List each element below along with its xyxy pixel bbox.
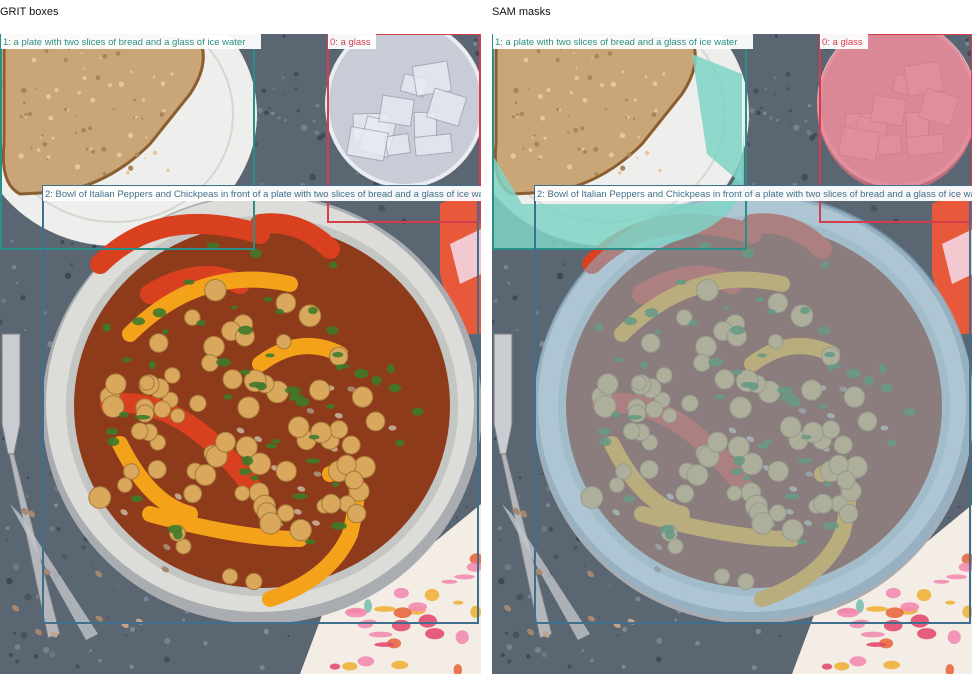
detection-label-0: 0: a glass [822, 37, 863, 48]
scene [0, 34, 481, 674]
glass-of-water [325, 34, 481, 188]
grit-boxes-panel: GRIT boxes 0: a glass 1: a plate with two… [0, 0, 481, 674]
detection-label-2: 2: Bowl of Italian Peppers and Chickpeas… [537, 189, 972, 200]
panel-title: SAM masks [492, 6, 551, 18]
detection-label-1: 1: a plate with two slices of bread and … [3, 37, 245, 48]
sam-masks-image: 0: a glass 1: a plate with two slices of … [492, 34, 972, 674]
sam-masks-panel: SAM masks 0: a glass 1: a plate with two … [492, 0, 972, 674]
detection-label-2: 2: Bowl of Italian Peppers and Chickpeas… [45, 189, 481, 200]
mask-bowl [534, 192, 972, 620]
detection-label-1: 1: a plate with two slices of bread and … [495, 37, 737, 48]
detection-label-0: 0: a glass [330, 37, 371, 48]
panel-title: GRIT boxes [0, 6, 59, 18]
grit-boxes-image: 0: a glass 1: a plate with two slices of … [0, 34, 481, 674]
